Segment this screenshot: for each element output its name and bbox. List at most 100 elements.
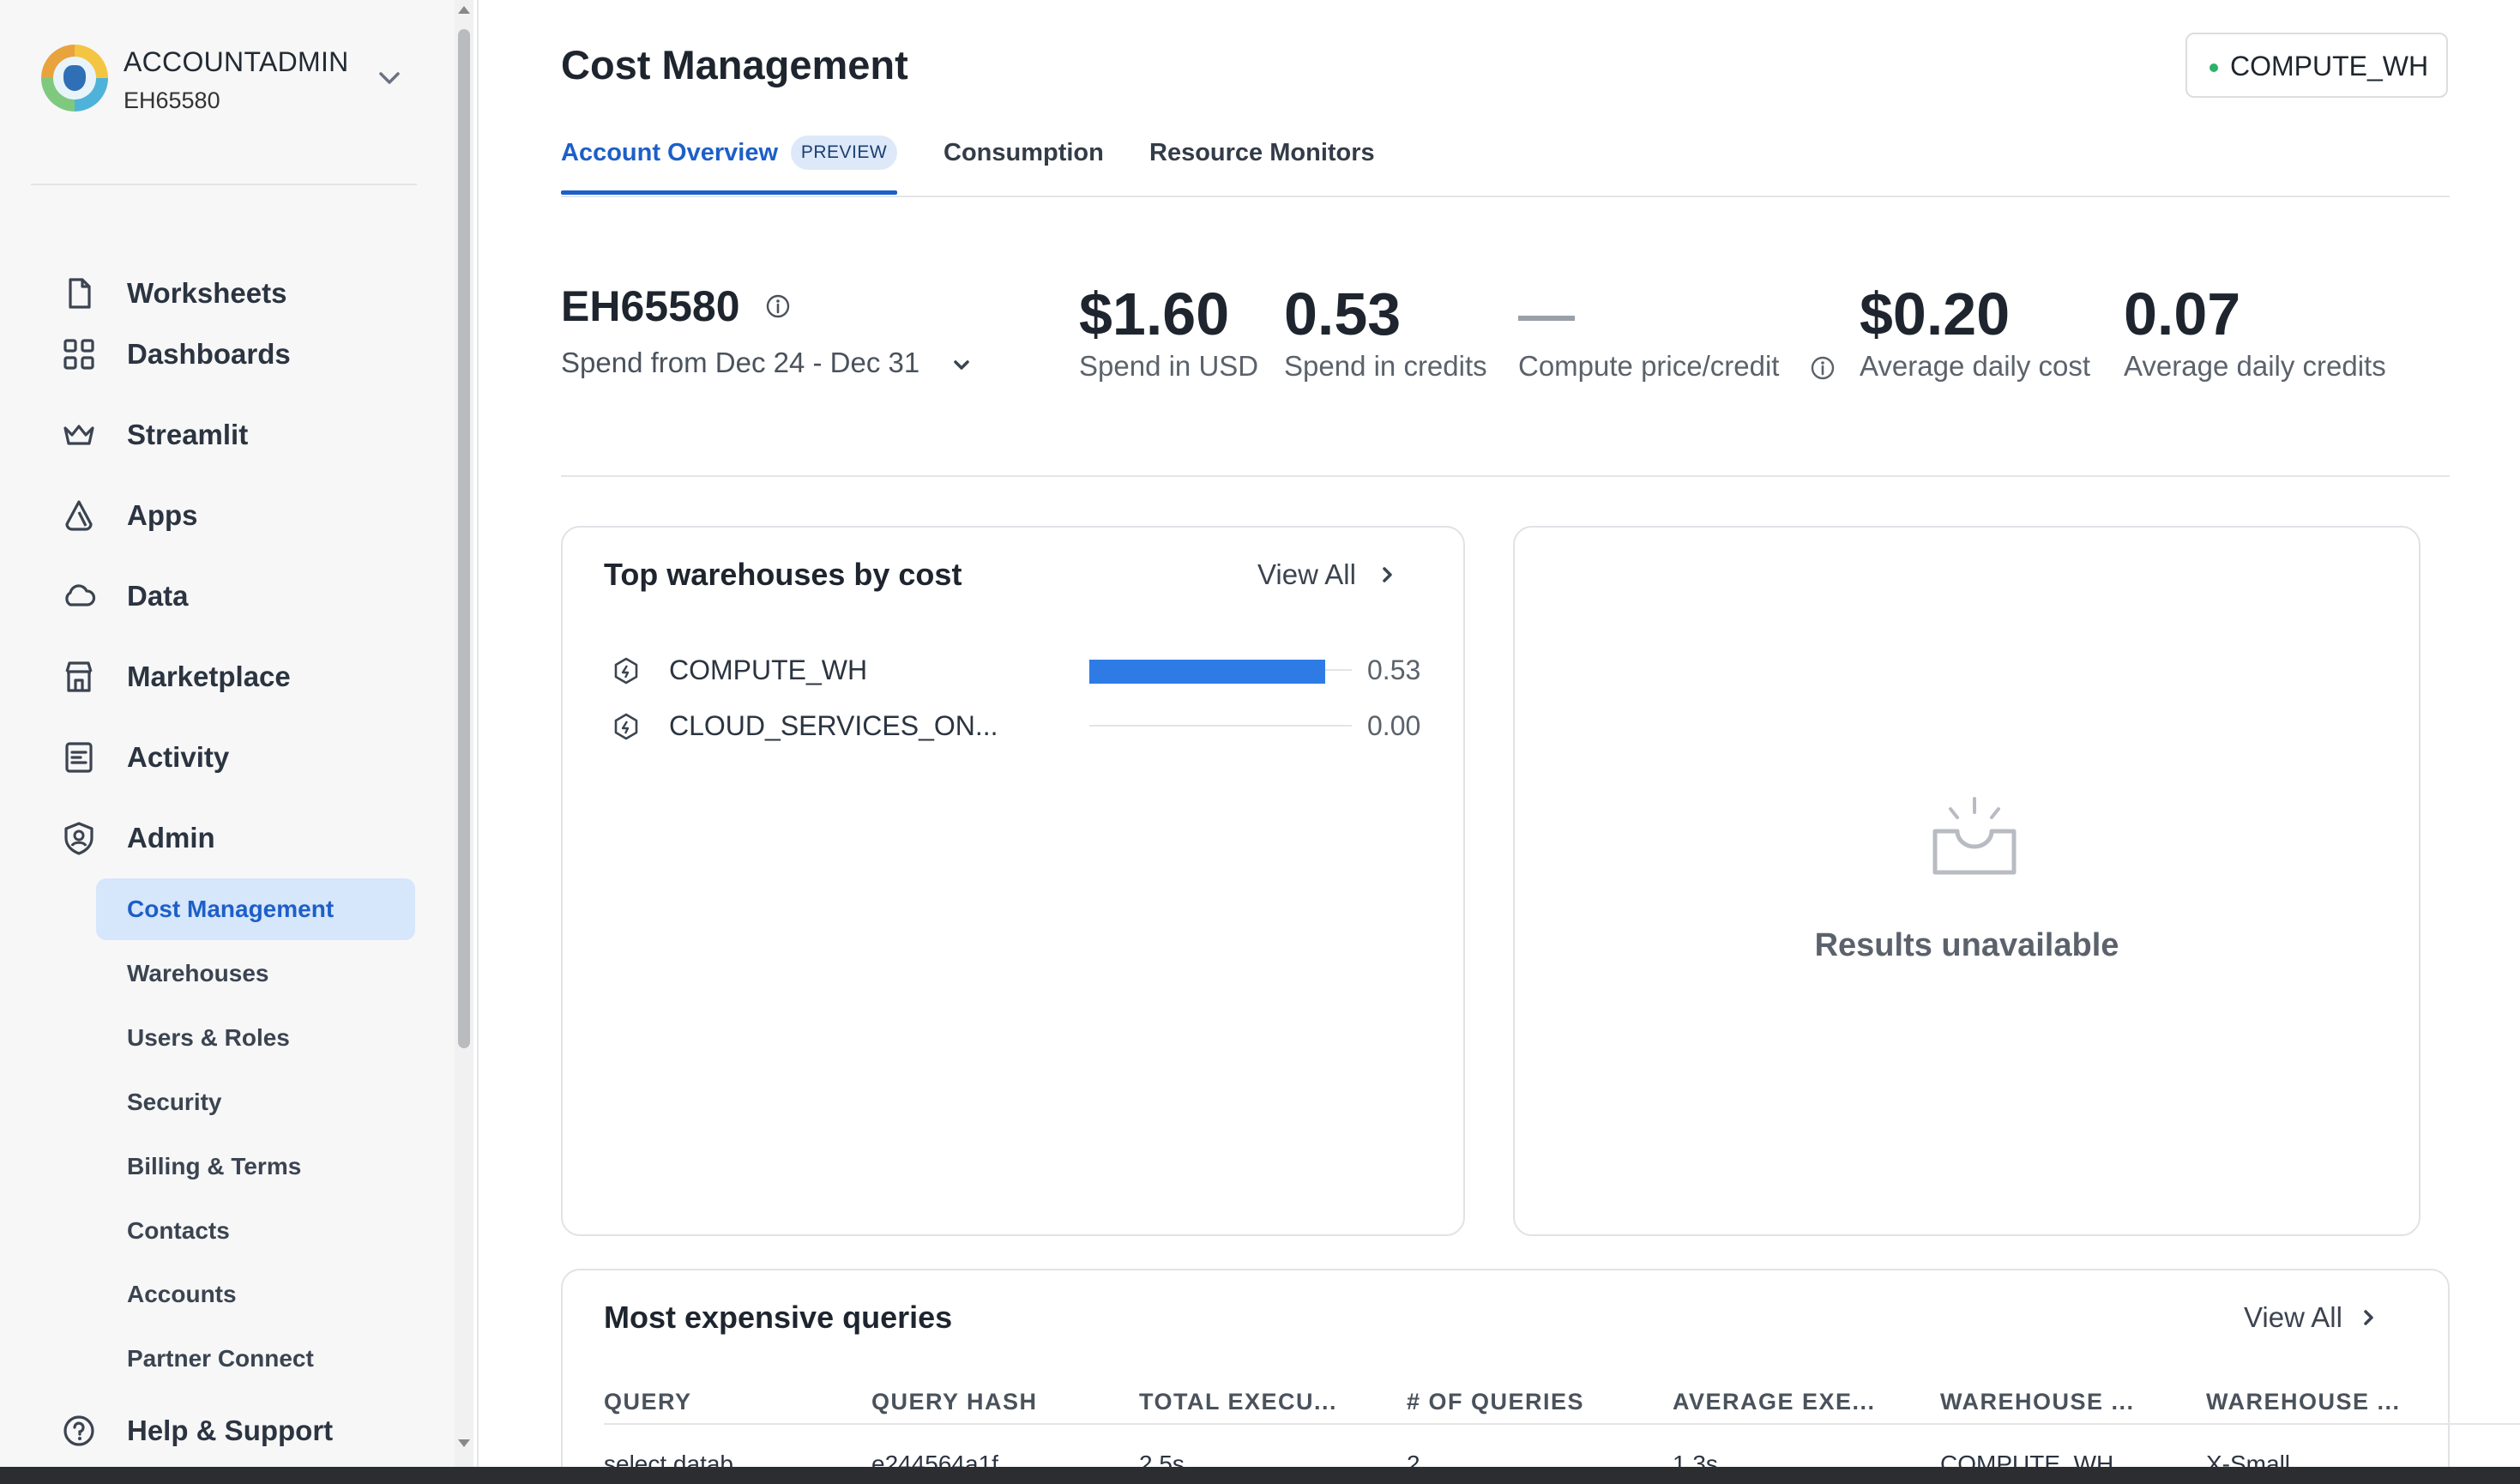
- account-role: ACCOUNTADMIN: [124, 46, 349, 77]
- column-header-average-execution[interactable]: AVERAGE EXE...: [1673, 1389, 1876, 1415]
- empty-inbox-icon: [1932, 797, 2017, 875]
- sidebar-item-data[interactable]: Data: [60, 570, 420, 622]
- sidebar-item-label: Streamlit: [127, 419, 249, 450]
- section-divider: [561, 475, 2450, 477]
- chevron-down-icon[interactable]: [950, 355, 973, 376]
- expensive-queries-card: Most expensive queries View All QUERY QU…: [561, 1269, 2520, 1484]
- column-header-num-queries[interactable]: # OF QUERIES: [1407, 1389, 1584, 1415]
- window-bottom-bar: [0, 1467, 2520, 1484]
- column-header-warehouse-name[interactable]: WAREHOUSE ...: [1940, 1389, 2135, 1415]
- account-summary-id: EH65580: [561, 282, 740, 330]
- card-title: Most expensive queries: [604, 1300, 953, 1335]
- help-support-link[interactable]: Help & Support: [60, 1405, 420, 1457]
- chevron-right-icon[interactable]: [2360, 1306, 2378, 1329]
- warehouse-cost-value: 0.00: [1367, 710, 1421, 741]
- tab-resource-monitors[interactable]: Resource Monitors: [1149, 139, 1375, 167]
- sidebar-item-label: Data: [127, 580, 189, 612]
- empty-state-text: Results unavailable: [1814, 927, 2119, 963]
- preview-badge: PREVIEW: [791, 136, 897, 170]
- sidebar-item-label: Marketplace: [127, 661, 291, 692]
- help-label: Help & Support: [127, 1415, 334, 1446]
- sidebar-subitem-users-roles[interactable]: Users & Roles: [96, 1007, 415, 1069]
- store-icon: [65, 661, 93, 692]
- sidebar-subitem-billing-terms[interactable]: Billing & Terms: [96, 1136, 415, 1197]
- page-title: Cost Management: [561, 42, 908, 87]
- crown-icon: [63, 425, 94, 445]
- help-icon: [63, 1415, 94, 1446]
- metric-avg-daily-cost-label: Average daily cost: [1860, 350, 2091, 382]
- warehouse-icon: [614, 657, 638, 685]
- chevron-down-icon: [379, 72, 400, 84]
- sidebar-scroll-thumb[interactable]: [458, 29, 470, 1048]
- sidebar-item-apps[interactable]: Apps: [60, 490, 420, 541]
- account-switcher[interactable]: ACCOUNTADMIN EH65580: [41, 39, 419, 125]
- metric-avg-daily-credits-label: Average daily credits: [2124, 350, 2386, 382]
- sidebar-item-streamlit[interactable]: Streamlit: [60, 409, 420, 461]
- warehouse-row[interactable]: COMPUTE_WH 0.53: [612, 648, 1427, 691]
- warehouse-icon: [614, 713, 638, 740]
- warehouse-name: COMPUTE_WH: [669, 655, 868, 685]
- status-dot: [2210, 63, 2218, 72]
- sidebar-item-label: Worksheets: [127, 277, 287, 309]
- warehouse-row[interactable]: CLOUD_SERVICES_ON... 0.00: [612, 703, 1427, 746]
- apps-icon: [65, 500, 93, 531]
- sidebar-item-label: Admin: [127, 822, 215, 854]
- tab-consumption[interactable]: Consumption: [943, 139, 1104, 167]
- warehouse-selector-label: COMPUTE_WH: [2230, 51, 2429, 81]
- metric-spend-usd-label: Spend in USD: [1079, 350, 1259, 382]
- bar-track: [1089, 725, 1352, 727]
- account-logo: [41, 45, 108, 112]
- sidebar-item-worksheets[interactable]: Worksheets: [60, 268, 420, 319]
- sidebar-item-label: Apps: [127, 499, 198, 531]
- document-icon: [69, 278, 91, 309]
- metric-compute-price-empty: [1518, 316, 1575, 321]
- column-header-total-execution[interactable]: TOTAL EXECU...: [1139, 1389, 1337, 1415]
- sidebar: ACCOUNTADMIN EH65580 Worksheets Dashboar…: [0, 0, 455, 1467]
- column-header-query-hash[interactable]: QUERY HASH: [871, 1389, 1038, 1415]
- metric-avg-daily-cost-value: $0.20: [1860, 281, 2011, 347]
- sidebar-border: [477, 0, 479, 1467]
- info-icon[interactable]: [765, 293, 791, 319]
- shield-user-icon: [64, 822, 93, 855]
- view-all-queries-link[interactable]: View All: [2244, 1301, 2342, 1334]
- sidebar-item-marketplace[interactable]: Marketplace: [60, 651, 420, 703]
- activity-icon: [65, 742, 93, 773]
- empty-results-card: Results unavailable: [1513, 526, 2421, 1236]
- sidebar-item-admin[interactable]: Admin: [60, 812, 420, 864]
- info-icon[interactable]: [1810, 355, 1836, 381]
- warehouse-cost-bar: [1089, 660, 1325, 684]
- column-header-warehouse-size[interactable]: WAREHOUSE ...: [2206, 1389, 2401, 1415]
- sidebar-item-label: Activity: [127, 741, 230, 773]
- warehouse-selector[interactable]: COMPUTE_WH: [2185, 33, 2448, 98]
- sidebar-subitem-contacts[interactable]: Contacts: [96, 1200, 415, 1262]
- sidebar-divider: [31, 184, 417, 185]
- sidebar-subitem-warehouses[interactable]: Warehouses: [96, 943, 415, 1004]
- scroll-down-icon[interactable]: [456, 1438, 472, 1450]
- app-root: ACCOUNTADMIN EH65580 Worksheets Dashboar…: [0, 0, 2520, 1484]
- metric-spend-usd-value: $1.60: [1079, 281, 1230, 347]
- date-range-selector[interactable]: Spend from Dec 24 - Dec 31: [561, 347, 919, 379]
- sidebar-subitem-cost-management[interactable]: Cost Management: [96, 878, 415, 940]
- sidebar-subitem-accounts[interactable]: Accounts: [96, 1264, 415, 1325]
- sidebar-subitem-partner-connect[interactable]: Partner Connect: [96, 1328, 415, 1390]
- active-tab-indicator: [561, 190, 897, 195]
- metric-avg-daily-credits-value: 0.07: [2124, 281, 2241, 347]
- warehouse-cost-value: 0.53: [1367, 655, 1421, 685]
- account-id: EH65580: [124, 87, 220, 113]
- card-title: Top warehouses by cost: [604, 557, 962, 592]
- sidebar-item-label: Dashboards: [127, 338, 291, 370]
- sidebar-item-activity[interactable]: Activity: [60, 732, 420, 783]
- tab-account-overview[interactable]: Account Overview: [561, 139, 778, 167]
- top-warehouses-card: Top warehouses by cost View All COMPUTE_…: [561, 526, 1465, 1236]
- column-header-query[interactable]: QUERY: [604, 1389, 692, 1415]
- grid-icon: [63, 339, 94, 370]
- scroll-up-icon[interactable]: [456, 3, 472, 15]
- sidebar-subitem-security[interactable]: Security: [96, 1071, 415, 1133]
- table-header-divider: [604, 1423, 2520, 1425]
- metric-compute-price-label: Compute price/credit: [1518, 350, 1780, 382]
- view-all-warehouses-link[interactable]: View All: [1257, 558, 1356, 591]
- sidebar-item-dashboards[interactable]: Dashboards: [60, 329, 420, 380]
- metric-spend-credits-value: 0.53: [1284, 281, 1402, 347]
- warehouse-name: CLOUD_SERVICES_ON...: [669, 710, 998, 741]
- chevron-right-icon[interactable]: [1379, 564, 1396, 586]
